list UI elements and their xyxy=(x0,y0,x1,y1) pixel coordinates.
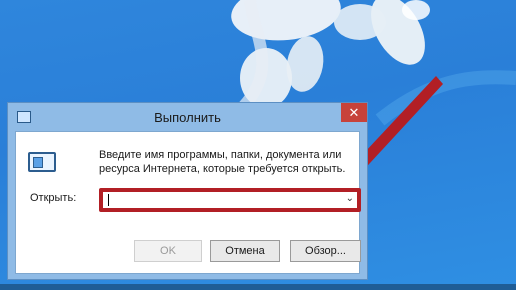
close-icon: ✕ xyxy=(348,105,360,120)
run-dialog: Выполнить ✕ Введите имя программы, папки… xyxy=(7,102,368,280)
run-program-icon xyxy=(28,152,56,172)
open-input[interactable]: ⌄ xyxy=(99,188,361,212)
open-label: Открыть: xyxy=(30,192,77,204)
dialog-content: Введите имя программы, папки, документа … xyxy=(15,131,361,274)
dialog-title: Выполнить xyxy=(154,110,221,125)
browse-button[interactable]: Обзор... xyxy=(290,240,361,262)
chevron-down-icon[interactable]: ⌄ xyxy=(346,193,354,204)
ok-button[interactable]: OK xyxy=(134,240,202,262)
cancel-button[interactable]: Отмена xyxy=(210,240,280,262)
taskbar xyxy=(0,284,516,290)
dialog-description: Введите имя программы, папки, документа … xyxy=(99,149,346,175)
text-caret xyxy=(108,194,109,206)
title-bar[interactable]: Выполнить ✕ xyxy=(8,103,367,131)
close-button[interactable]: ✕ xyxy=(341,103,367,122)
